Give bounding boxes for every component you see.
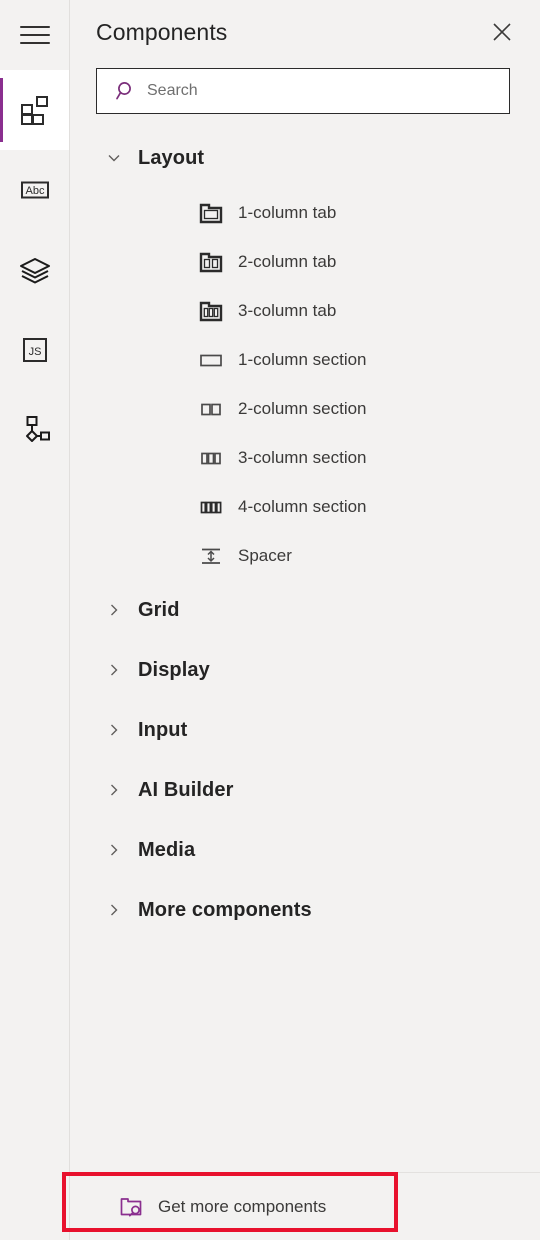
component-item-spacer[interactable]: Spacer xyxy=(70,531,540,580)
search-input[interactable] xyxy=(147,82,497,100)
group-label: Grid xyxy=(138,598,180,621)
section-4-column-icon xyxy=(200,501,222,513)
component-item-3-column-section[interactable]: 3-column section xyxy=(70,433,540,482)
group-label: Layout xyxy=(138,146,205,169)
section-1-column-icon xyxy=(200,354,222,366)
chevron-right-icon xyxy=(111,844,118,856)
component-item-1-column-tab[interactable]: 1-column tab xyxy=(70,188,540,237)
hamburger-menu-button[interactable] xyxy=(0,0,69,70)
search-container xyxy=(70,64,540,114)
components-panel-app: Abc JS Components Search Layout 1-column… xyxy=(0,0,540,1240)
component-label: 4-column section xyxy=(238,496,367,516)
chevron-right-icon xyxy=(111,724,118,736)
component-item-3-column-tab[interactable]: 3-column tab xyxy=(70,286,540,335)
panel-footer: Get more components xyxy=(70,1172,540,1240)
get-more-components-label: Get more components xyxy=(158,1196,327,1216)
rail-item-code[interactable]: JS xyxy=(0,310,69,390)
chevron-down-icon xyxy=(108,155,120,162)
component-item-2-column-section[interactable]: 2-column section xyxy=(70,384,540,433)
component-label: 3-column section xyxy=(238,447,367,467)
svg-text:JS: JS xyxy=(28,346,41,358)
group-header-display[interactable]: Display xyxy=(70,640,540,700)
component-label: 1-column tab xyxy=(238,202,337,222)
panel-header: Components xyxy=(70,0,540,64)
component-label: 2-column section xyxy=(238,398,367,418)
group-header-ai-builder[interactable]: AI Builder xyxy=(70,760,540,820)
group-header-more-components[interactable]: More components xyxy=(70,880,540,940)
chevron-right-icon xyxy=(111,784,118,796)
component-item-1-column-section[interactable]: 1-column section xyxy=(70,335,540,384)
section-2-column-icon xyxy=(201,403,221,415)
close-icon xyxy=(493,23,511,41)
left-icon-rail: Abc JS xyxy=(0,0,70,1240)
group-header-media[interactable]: Media xyxy=(70,820,540,880)
hamburger-icon xyxy=(19,20,50,50)
search-box[interactable] xyxy=(96,68,510,114)
chevron-right-icon xyxy=(111,604,118,616)
abc-icon: Abc xyxy=(20,181,49,199)
group-header-input[interactable]: Input xyxy=(70,700,540,760)
rail-item-layers[interactable] xyxy=(0,230,69,310)
flow-icon xyxy=(25,416,50,442)
components-tree: Layout 1-column tab 2-column tab 3-colum… xyxy=(70,114,540,1240)
group-label: Input xyxy=(138,718,188,741)
section-3-column-icon xyxy=(201,452,221,464)
components-panel: Components Layout xyxy=(70,0,540,1240)
chevron-right-icon xyxy=(111,904,118,916)
components-icon xyxy=(20,96,48,125)
folder-search-icon xyxy=(120,1197,142,1217)
rail-item-components[interactable] xyxy=(0,70,69,150)
tab-1-column-icon xyxy=(199,203,223,223)
close-button[interactable] xyxy=(486,16,518,48)
component-item-2-column-tab[interactable]: 2-column tab xyxy=(70,237,540,286)
component-item-4-column-section[interactable]: 4-column section xyxy=(70,482,540,531)
page-title: Components xyxy=(96,18,228,45)
group-header-layout[interactable]: Layout xyxy=(70,128,540,188)
group-label: Media xyxy=(138,838,196,861)
tab-2-column-icon xyxy=(199,252,223,272)
group-label: Display xyxy=(138,658,210,681)
chevron-right-icon xyxy=(111,664,118,676)
component-label: 1-column section xyxy=(238,349,367,369)
group-header-grid[interactable]: Grid xyxy=(70,580,540,640)
search-icon xyxy=(116,82,131,100)
layers-icon xyxy=(19,258,50,284)
rail-item-flow[interactable] xyxy=(0,390,69,470)
component-label: 3-column tab xyxy=(238,300,337,320)
js-icon: JS xyxy=(22,338,47,362)
tab-3-column-icon xyxy=(199,301,223,321)
component-label: 2-column tab xyxy=(238,251,337,271)
group-label: AI Builder xyxy=(138,778,234,801)
group-label: More components xyxy=(138,898,312,921)
spacer-icon xyxy=(202,548,220,564)
rail-item-text-properties[interactable]: Abc xyxy=(0,150,69,230)
get-more-components-button[interactable]: Get more components xyxy=(70,1173,540,1240)
svg-text:Abc: Abc xyxy=(25,185,44,197)
component-label: Spacer xyxy=(238,545,292,565)
